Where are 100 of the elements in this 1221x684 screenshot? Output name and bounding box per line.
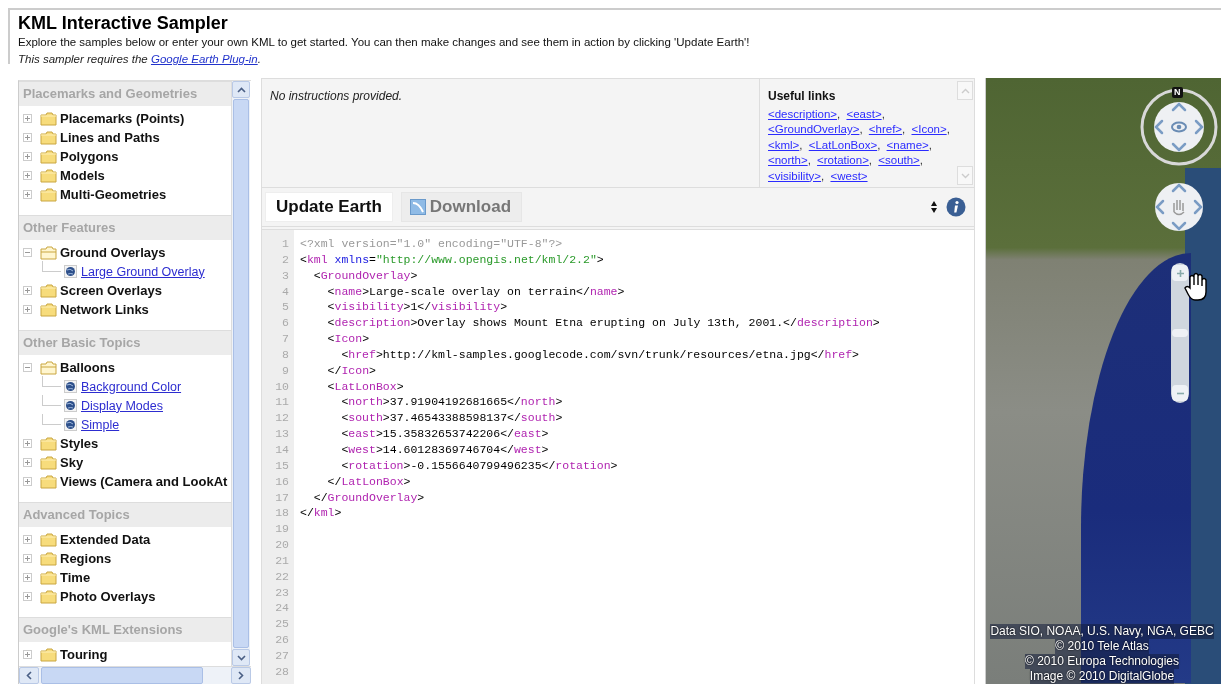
separator-text: , bbox=[877, 138, 881, 151]
code-line: <rotation>-0.1556640799496235</rotation> bbox=[340, 457, 618, 474]
scroll-up-icon[interactable] bbox=[232, 81, 250, 98]
element-link[interactable]: <Icon> bbox=[911, 123, 947, 135]
line-number: 2 bbox=[281, 251, 289, 268]
element-link[interactable]: <description> bbox=[768, 107, 838, 120]
zoom-thumb[interactable] bbox=[1172, 329, 1188, 337]
section-heading: Google's KML Extensions bbox=[19, 617, 231, 642]
plugin-link[interactable]: Google Earth Plug-in bbox=[150, 53, 258, 65]
pan-control-icon[interactable] bbox=[1154, 182, 1204, 232]
line-number: 23 bbox=[274, 584, 289, 601]
folder-icon bbox=[40, 589, 57, 604]
expand-icon[interactable] bbox=[23, 554, 32, 563]
line-number: 12 bbox=[274, 410, 289, 427]
line-number: 9 bbox=[281, 362, 289, 379]
open-folder-icon bbox=[40, 245, 57, 260]
element-link[interactable]: <href> bbox=[868, 123, 903, 135]
section-heading: Placemarks and Geometries bbox=[19, 81, 231, 106]
line-number: 5 bbox=[281, 299, 289, 316]
line-number: 8 bbox=[281, 346, 289, 363]
element-link[interactable]: <name> bbox=[886, 138, 929, 151]
tree-item[interactable]: Polygons bbox=[60, 149, 119, 164]
expand-icon[interactable] bbox=[23, 286, 32, 295]
code-line: <east>15.35832653742206</east> bbox=[340, 426, 549, 442]
tree-item[interactable]: Regions bbox=[60, 551, 112, 566]
element-link[interactable]: <GroundOverlay> bbox=[768, 123, 860, 135]
tree-item[interactable]: Ground Overlays bbox=[60, 245, 166, 260]
tree-item[interactable]: Network Links bbox=[60, 302, 149, 317]
tree-item[interactable]: Screen Overlays bbox=[60, 283, 162, 298]
tree-item[interactable]: Multi-Geometries bbox=[60, 187, 167, 202]
element-link[interactable]: <north> bbox=[768, 154, 808, 166]
element-link[interactable]: <LatLonBox> bbox=[808, 138, 878, 151]
scroll-down-icon[interactable] bbox=[232, 649, 250, 666]
element-link[interactable]: <rotation> bbox=[817, 154, 869, 166]
section-heading: Advanced Topics bbox=[19, 502, 231, 527]
zoom-slider-track[interactable] bbox=[1171, 263, 1189, 403]
tree-item[interactable]: Photo Overlays bbox=[60, 589, 156, 604]
code-editor[interactable] bbox=[262, 229, 974, 684]
download-button[interactable]: Download bbox=[400, 192, 522, 222]
line-number: 6 bbox=[281, 315, 289, 332]
scroll-right-icon[interactable] bbox=[231, 667, 251, 684]
attribution-text: © 2010 Europa Technologies bbox=[1024, 654, 1180, 669]
expand-icon[interactable] bbox=[23, 592, 32, 601]
line-number: 17 bbox=[274, 489, 289, 506]
expand-icon[interactable] bbox=[23, 152, 32, 161]
line-number: 10 bbox=[274, 378, 289, 395]
tree-item[interactable]: Lines and Paths bbox=[60, 130, 160, 145]
expand-icon[interactable] bbox=[23, 650, 32, 659]
tree-item[interactable]: Styles bbox=[60, 436, 99, 451]
line-number: 21 bbox=[274, 552, 289, 569]
expand-icon[interactable] bbox=[23, 573, 32, 582]
sample-link[interactable]: Display Modes bbox=[81, 398, 163, 413]
tree-item[interactable]: Models bbox=[60, 168, 105, 183]
expand-icon[interactable] bbox=[23, 171, 32, 180]
look-control-icon[interactable] bbox=[1140, 88, 1218, 166]
sample-link[interactable]: Simple bbox=[81, 417, 120, 432]
zoom-in-icon[interactable] bbox=[1172, 265, 1188, 281]
code-line: </kml> bbox=[300, 505, 342, 522]
tree-item[interactable]: Views (Camera and LookAt bbox=[60, 474, 228, 489]
code-line: <Icon> bbox=[326, 331, 370, 347]
collapse-icon[interactable] bbox=[23, 363, 32, 372]
tree-item[interactable]: Touring bbox=[60, 647, 108, 662]
code-line: </LatLonBox> bbox=[326, 473, 411, 490]
separator-text: , bbox=[946, 123, 950, 135]
expand-icon[interactable] bbox=[23, 458, 32, 467]
attribution-text: Image © 2010 DigitalGlobe bbox=[1029, 669, 1175, 684]
collapse-icon[interactable] bbox=[23, 248, 32, 257]
globe-icon bbox=[64, 399, 77, 412]
expand-icon[interactable] bbox=[23, 535, 32, 544]
horizontal-scrollbar[interactable] bbox=[19, 666, 251, 684]
element-link[interactable]: <south> bbox=[878, 154, 920, 166]
folder-icon bbox=[40, 302, 57, 317]
tree-item[interactable]: Placemarks (Points) bbox=[60, 111, 185, 126]
tree-item[interactable]: Extended Data bbox=[60, 532, 151, 547]
folder-icon bbox=[40, 283, 57, 298]
update-earth-button[interactable]: Update Earth bbox=[265, 192, 393, 222]
scroll-left-icon[interactable] bbox=[19, 667, 39, 684]
tree-item[interactable]: Balloons bbox=[60, 360, 115, 375]
expand-icon[interactable] bbox=[23, 305, 32, 314]
expand-icon[interactable] bbox=[23, 190, 32, 199]
sample-link[interactable]: Background Color bbox=[81, 379, 182, 394]
zoom-out-icon[interactable] bbox=[1172, 385, 1188, 401]
sort-arrows-icon[interactable] bbox=[930, 200, 938, 214]
expand-icon[interactable] bbox=[23, 439, 32, 448]
element-link[interactable]: <west> bbox=[830, 169, 868, 182]
vertical-scrollbar[interactable] bbox=[231, 81, 250, 666]
satellite-map[interactable]: N Data SIO, NOAA, U.S. Navy, NGA, GEBC © 2010 Tele Atlas © 2010 Europa Technologies Image © 2010 DigitalGlobe bbox=[985, 78, 1221, 684]
expand-icon[interactable] bbox=[23, 114, 32, 123]
sample-link[interactable]: Large Ground Overlay bbox=[81, 264, 205, 279]
element-link[interactable]: <east> bbox=[846, 107, 882, 120]
tree-item[interactable]: Sky bbox=[60, 455, 84, 470]
element-link[interactable]: <visibility> bbox=[768, 169, 822, 182]
expand-icon[interactable] bbox=[23, 477, 32, 486]
line-number: 24 bbox=[274, 600, 289, 617]
line-number: 15 bbox=[274, 457, 289, 474]
separator-text: , bbox=[881, 107, 885, 120]
info-icon[interactable] bbox=[946, 197, 966, 217]
tree-item[interactable]: Time bbox=[60, 570, 91, 585]
expand-icon[interactable] bbox=[23, 133, 32, 142]
element-link[interactable]: <kml> bbox=[768, 138, 800, 151]
